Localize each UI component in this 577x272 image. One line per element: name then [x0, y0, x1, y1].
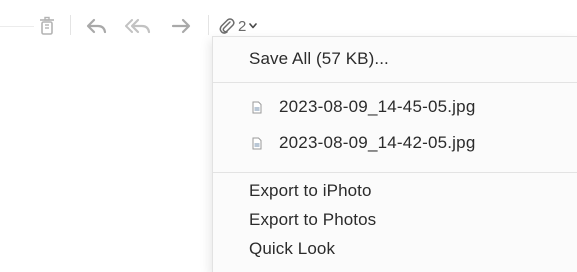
- toolbar-divider: [0, 26, 34, 27]
- toolbar-separator: [208, 15, 209, 35]
- quick-look-menu-item[interactable]: Quick Look: [249, 239, 335, 259]
- reply-all-button[interactable]: [122, 12, 156, 40]
- image-file-icon: [249, 99, 265, 115]
- menu-separator: [213, 82, 577, 83]
- trash-icon: [39, 16, 55, 36]
- reply-all-icon: [125, 18, 153, 34]
- reply-icon: [86, 18, 108, 34]
- attachment-file-name: 2023-08-09_14-42-05.jpg: [279, 133, 476, 152]
- reply-button[interactable]: [82, 12, 112, 40]
- save-all-menu-item[interactable]: Save All (57 KB)...: [249, 49, 389, 69]
- export-to-iphoto-menu-item[interactable]: Export to iPhoto: [249, 181, 372, 201]
- mail-window: 2 Save All (57 KB)... 2023-08-09_14-45-0…: [0, 0, 577, 272]
- chevron-down-icon: [249, 23, 258, 29]
- attachment-file-name: 2023-08-09_14-45-05.jpg: [279, 97, 476, 116]
- forward-button[interactable]: [166, 12, 196, 40]
- delete-button[interactable]: [34, 12, 60, 40]
- attachment-count: 2: [238, 17, 247, 35]
- menu-separator: [213, 172, 577, 173]
- forward-icon: [170, 18, 192, 34]
- export-to-photos-menu-item[interactable]: Export to Photos: [249, 210, 376, 230]
- paperclip-icon: [219, 17, 235, 35]
- attachment-file-item[interactable]: 2023-08-09_14-42-05.jpg: [249, 133, 475, 153]
- attachments-menu: Save All (57 KB)... 2023-08-09_14-45-05.…: [212, 36, 577, 272]
- toolbar-separator: [70, 15, 71, 35]
- attachment-file-item[interactable]: 2023-08-09_14-45-05.jpg: [249, 97, 475, 117]
- image-file-icon: [249, 135, 265, 151]
